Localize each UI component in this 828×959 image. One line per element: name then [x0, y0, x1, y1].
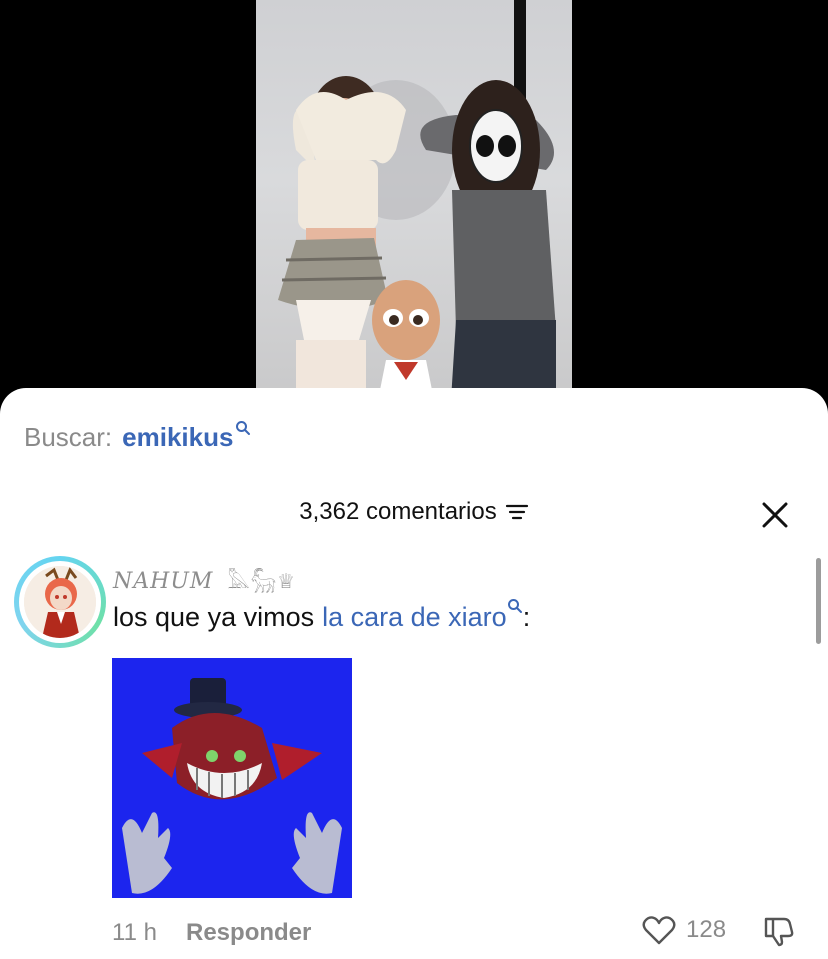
search-prefix: Buscar:: [24, 422, 113, 452]
comment-time: 11 h: [112, 919, 157, 946]
comments-header: 3,362 comentarios: [0, 498, 828, 534]
comment-search-link[interactable]: la cara de xiaro: [322, 602, 507, 633]
close-icon[interactable]: [760, 500, 790, 530]
comment-trailing: :: [522, 602, 531, 632]
dislike-icon: [764, 917, 794, 947]
sort-filter-icon[interactable]: [505, 502, 529, 522]
comment-count: 3,362 comentarios: [299, 498, 497, 525]
video-player[interactable]: [0, 0, 828, 400]
comments-sheet: Buscar: emikikus 3,362 comentarios NAHUM…: [0, 388, 828, 959]
comment-username[interactable]: NAHUM 𓅓𓃵♕: [113, 562, 296, 595]
search-query[interactable]: emikikus: [122, 422, 233, 453]
like-count: 128: [686, 916, 727, 943]
search-suggestion[interactable]: Buscar: emikikus: [24, 421, 251, 453]
scrollbar[interactable]: [816, 558, 821, 644]
like-button[interactable]: 128: [642, 915, 726, 945]
comment-meta: 11 h Responder 128: [0, 911, 828, 951]
comment-body: los que ya vimos la cara de xiaro :: [113, 599, 531, 633]
avatar-image: [24, 566, 96, 638]
avatar[interactable]: [14, 556, 106, 648]
comment-text: los que ya vimos: [113, 602, 315, 632]
attached-image-art: [112, 658, 352, 898]
search-icon: [236, 421, 251, 435]
heart-icon: [642, 916, 676, 945]
dislike-button[interactable]: [762, 915, 796, 954]
search-icon[interactable]: [507, 598, 523, 614]
username-text: NAHUM: [113, 569, 214, 594]
reply-button[interactable]: Responder: [186, 919, 311, 947]
username-decoration: 𓅓𓃵♕: [227, 569, 297, 593]
video-thumbnail-image: [278, 0, 556, 400]
comment-attached-image[interactable]: [112, 658, 352, 898]
video-frame[interactable]: [256, 0, 572, 400]
